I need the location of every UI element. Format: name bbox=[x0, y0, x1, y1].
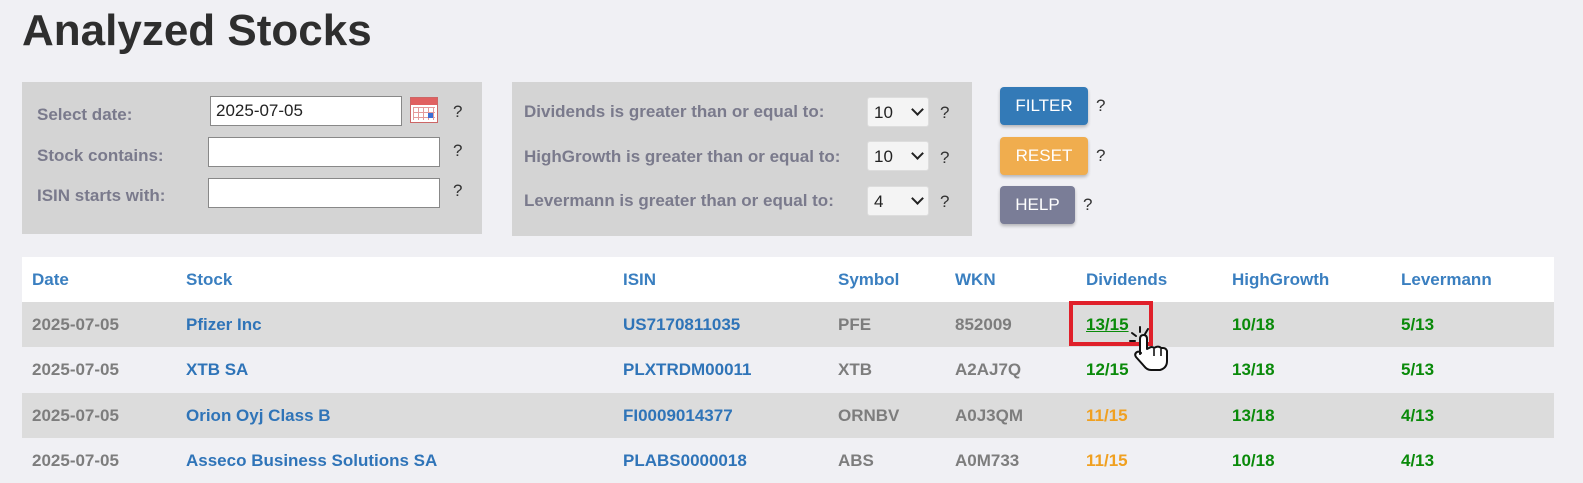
levermann-select[interactable]: 4 bbox=[867, 186, 929, 216]
chevron-down-icon bbox=[911, 147, 924, 160]
reset-help-mark[interactable]: ? bbox=[1096, 146, 1105, 166]
dividends-filter-label: Dividends is greater than or equal to: bbox=[524, 102, 825, 121]
dividends-select-value: 10 bbox=[874, 103, 893, 122]
row-stock-link[interactable]: Pfizer Inc bbox=[186, 302, 262, 347]
page-title: Analyzed Stocks bbox=[22, 6, 372, 55]
row-stock-link[interactable]: Orion Oyj Class B bbox=[186, 393, 331, 438]
row-symbol: PFE bbox=[838, 315, 872, 334]
row-levermann-score[interactable]: 5/13 bbox=[1401, 302, 1434, 347]
row-wkn: A0J3QM bbox=[955, 406, 1024, 425]
isin-starts-label: ISIN starts with: bbox=[37, 186, 166, 205]
select-date-label: Select date: bbox=[37, 105, 133, 124]
help-button[interactable]: HELP bbox=[1000, 186, 1075, 224]
row-wkn: A0M733 bbox=[955, 451, 1020, 470]
header-highgrowth[interactable]: HighGrowth bbox=[1232, 257, 1329, 302]
row-isin-link[interactable]: FI0009014377 bbox=[623, 393, 733, 438]
table-header: Date Stock ISIN Symbol WKN Dividends Hig… bbox=[22, 257, 1554, 304]
row-symbol: ABS bbox=[838, 451, 874, 470]
row-date: 2025-07-05 bbox=[32, 451, 119, 470]
row-dividends-score[interactable]: 11/15 bbox=[1086, 438, 1128, 483]
header-date[interactable]: Date bbox=[32, 257, 69, 302]
levermann-select-value: 4 bbox=[874, 192, 884, 211]
row-date: 2025-07-05 bbox=[32, 406, 119, 425]
row-date: 2025-07-05 bbox=[32, 315, 119, 334]
header-stock[interactable]: Stock bbox=[186, 257, 232, 302]
highgrowth-select-value: 10 bbox=[874, 147, 893, 166]
filter-button[interactable]: FILTER bbox=[1000, 87, 1088, 125]
chevron-down-icon bbox=[911, 192, 924, 205]
table-row: 2025-07-05 XTB SA PLXTRDM00011 XTB A2AJ7… bbox=[22, 347, 1554, 392]
header-symbol[interactable]: Symbol bbox=[838, 257, 899, 302]
row-isin-link[interactable]: US7170811035 bbox=[623, 302, 740, 347]
left-filter-panel: Select date: ? Stock contains: ? ISIN st… bbox=[22, 82, 482, 234]
header-wkn[interactable]: WKN bbox=[955, 257, 996, 302]
row-levermann-score[interactable]: 4/13 bbox=[1401, 393, 1434, 438]
row-stock-link[interactable]: XTB SA bbox=[186, 347, 248, 392]
highgrowth-help-mark[interactable]: ? bbox=[940, 148, 949, 168]
row-highgrowth-score[interactable]: 13/18 bbox=[1232, 347, 1275, 392]
header-dividends[interactable]: Dividends bbox=[1086, 257, 1167, 302]
highgrowth-filter-label: HighGrowth is greater than or equal to: bbox=[524, 147, 841, 166]
header-levermann[interactable]: Levermann bbox=[1401, 257, 1492, 302]
highgrowth-select[interactable]: 10 bbox=[867, 141, 929, 171]
row-date: 2025-07-05 bbox=[32, 360, 119, 379]
score-filter-panel: Dividends is greater than or equal to: 1… bbox=[512, 82, 972, 236]
row-isin-link[interactable]: PLXTRDM00011 bbox=[623, 347, 752, 392]
header-isin[interactable]: ISIN bbox=[623, 257, 656, 302]
reset-button[interactable]: RESET bbox=[1000, 137, 1088, 175]
isin-help-mark[interactable]: ? bbox=[453, 181, 462, 201]
row-highgrowth-score[interactable]: 10/18 bbox=[1232, 302, 1275, 347]
isin-starts-input[interactable] bbox=[208, 178, 440, 208]
stock-contains-input[interactable] bbox=[208, 137, 440, 167]
row-isin-link[interactable]: PLABS0000018 bbox=[623, 438, 747, 483]
row-dividends-score[interactable]: 12/15 bbox=[1086, 347, 1129, 392]
table-row: 2025-07-05 Orion Oyj Class B FI000901437… bbox=[22, 393, 1554, 438]
row-levermann-score[interactable]: 4/13 bbox=[1401, 438, 1434, 483]
date-help-mark[interactable]: ? bbox=[453, 102, 462, 122]
row-stock-link[interactable]: Asseco Business Solutions SA bbox=[186, 438, 437, 483]
row-wkn: A2AJ7Q bbox=[955, 360, 1022, 379]
row-dividends-score[interactable]: 11/15 bbox=[1086, 393, 1128, 438]
hand-pointer-icon bbox=[1129, 326, 1168, 371]
table-row: 2025-07-05 Pfizer Inc US7170811035 PFE 8… bbox=[22, 302, 1554, 347]
row-levermann-score[interactable]: 5/13 bbox=[1401, 347, 1434, 392]
help-help-mark[interactable]: ? bbox=[1083, 195, 1092, 215]
table-row: 2025-07-05 Asseco Business Solutions SA … bbox=[22, 438, 1554, 483]
row-highgrowth-score[interactable]: 10/18 bbox=[1232, 438, 1275, 483]
date-input[interactable] bbox=[210, 96, 402, 126]
levermann-filter-label: Levermann is greater than or equal to: bbox=[524, 191, 834, 210]
row-symbol: ORNBV bbox=[838, 406, 900, 425]
filter-help-mark[interactable]: ? bbox=[1096, 96, 1105, 116]
row-highgrowth-score[interactable]: 13/18 bbox=[1232, 393, 1275, 438]
row-wkn: 852009 bbox=[955, 315, 1012, 334]
dividends-select[interactable]: 10 bbox=[867, 97, 929, 127]
dividends-help-mark[interactable]: ? bbox=[940, 103, 949, 123]
stock-help-mark[interactable]: ? bbox=[453, 141, 462, 161]
chevron-down-icon bbox=[911, 103, 924, 116]
calendar-icon[interactable] bbox=[410, 97, 438, 123]
stock-contains-label: Stock contains: bbox=[37, 146, 164, 165]
row-symbol: XTB bbox=[838, 360, 872, 379]
levermann-help-mark[interactable]: ? bbox=[940, 192, 949, 212]
row-dividends-link[interactable]: 13/15 bbox=[1086, 302, 1129, 347]
